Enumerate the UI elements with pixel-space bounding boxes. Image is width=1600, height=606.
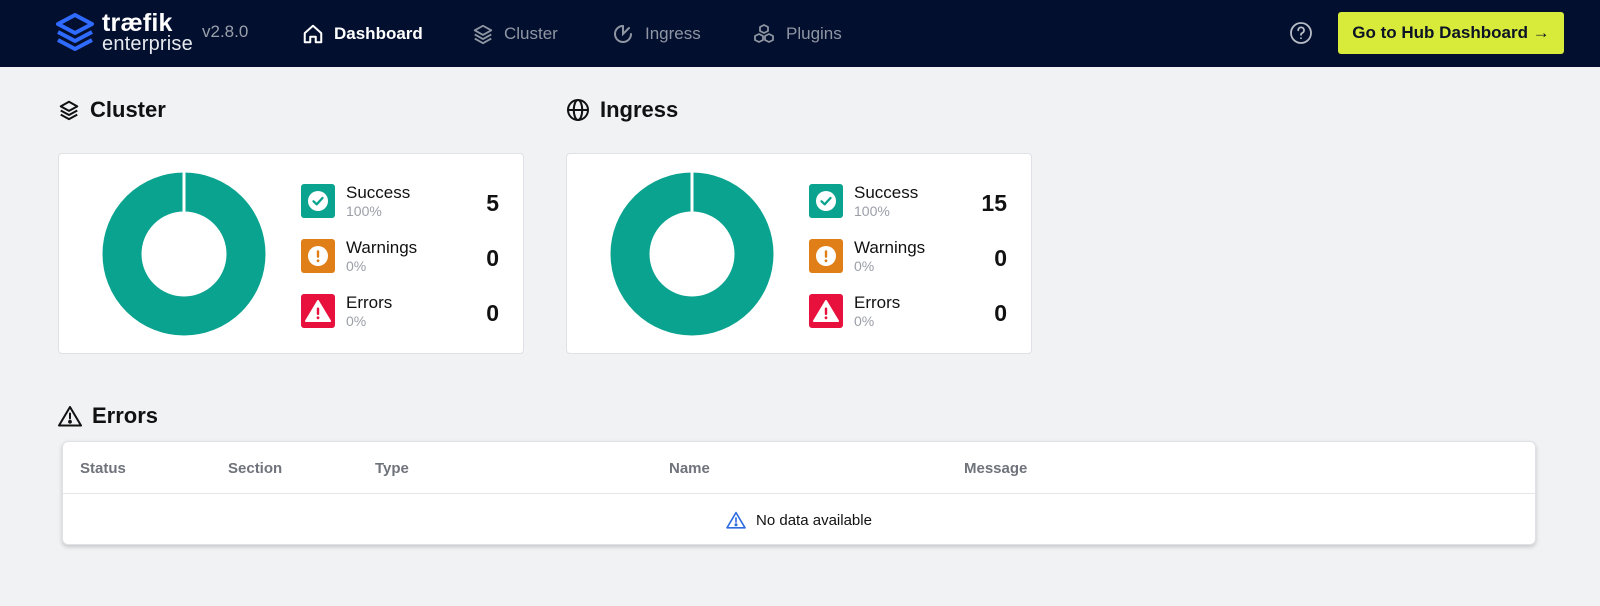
ingress-icon (614, 24, 632, 43)
success-count: 5 (486, 190, 499, 216)
warnings-label: Warnings (854, 238, 926, 257)
column-header-message[interactable]: Message (964, 460, 1027, 477)
warning-triangle-icon (726, 511, 746, 529)
errors-table: Status Section Type Name Message No data… (62, 441, 1536, 545)
warning-circle-icon (301, 239, 335, 273)
warning-circle-icon (809, 239, 843, 273)
errors-count: 0 (486, 300, 499, 326)
warnings-count: 0 (486, 245, 499, 271)
errors-percent: 0% (854, 313, 875, 329)
success-count: 15 (981, 190, 1007, 216)
ingress-section-title: Ingress (566, 97, 678, 123)
layers-icon (59, 100, 79, 121)
ingress-title-text: Ingress (600, 97, 679, 122)
traefik-logo-icon (56, 13, 94, 51)
column-header-section[interactable]: Section (228, 460, 282, 477)
globe-icon (567, 99, 589, 121)
nav-ingress-label: Ingress (645, 23, 701, 43)
error-triangle-icon (301, 294, 335, 328)
success-label: Success (854, 183, 919, 202)
cluster-warnings-stat: Warnings 0% 0 (301, 236, 499, 276)
success-percent: 100% (346, 203, 382, 219)
ingress-status-card: Success 100% 15 Warnings 0% 0 Errors 0% … (566, 153, 1032, 354)
traefik-logo[interactable]: træfik enterprise (56, 9, 196, 57)
ingress-errors-stat: Errors 0% 0 (809, 291, 1007, 331)
nav-cluster[interactable]: Cluster (472, 0, 558, 67)
help-icon[interactable] (1289, 21, 1313, 45)
warnings-percent: 0% (346, 258, 367, 274)
ingress-donut-chart (610, 172, 774, 336)
ingress-warnings-stat: Warnings 0% 0 (809, 236, 1007, 276)
ingress-success-stat: Success 100% 15 (809, 181, 1007, 221)
version-label: v2.8.0 (202, 22, 249, 41)
cluster-section-title: Cluster (58, 97, 166, 123)
success-percent: 100% (854, 203, 890, 219)
check-circle-icon (809, 184, 843, 218)
cluster-donut-chart (102, 172, 266, 336)
cluster-title-text: Cluster (90, 97, 166, 122)
errors-table-header: Status Section Type Name Message (63, 442, 1535, 494)
errors-label: Errors (854, 293, 901, 312)
hub-button-label: Go to Hub Dashboard → (1352, 23, 1550, 42)
top-bar: træfik enterprise v2.8.0 Dashboard Clust… (0, 0, 1600, 67)
warning-triangle-icon (58, 406, 82, 427)
cluster-success-stat: Success 100% 5 (301, 181, 499, 221)
cluster-status-card: Success 100% 5 Warnings 0% 0 Errors 0% 0 (58, 153, 524, 354)
error-triangle-icon (809, 294, 843, 328)
warnings-percent: 0% (854, 258, 875, 274)
check-circle-icon (301, 184, 335, 218)
go-to-hub-dashboard-button[interactable]: Go to Hub Dashboard → (1338, 12, 1564, 54)
empty-state-text: No data available (756, 511, 872, 529)
cluster-errors-stat: Errors 0% 0 (301, 291, 499, 331)
errors-label: Errors (346, 293, 393, 312)
column-header-status[interactable]: Status (80, 460, 126, 477)
errors-section-title: Errors (58, 403, 158, 429)
column-header-type[interactable]: Type (375, 460, 409, 477)
nav-plugins-label: Plugins (786, 23, 842, 43)
nav-cluster-label: Cluster (504, 23, 558, 43)
column-header-name[interactable]: Name (669, 460, 710, 477)
errors-percent: 0% (346, 313, 367, 329)
nav-dashboard[interactable]: Dashboard (302, 0, 423, 67)
plugins-icon (754, 23, 774, 43)
home-icon (303, 24, 323, 43)
brand-subtitle: enterprise (102, 33, 193, 55)
warnings-count: 0 (994, 245, 1007, 271)
errors-title-text: Errors (92, 403, 159, 428)
nav-ingress[interactable]: Ingress (611, 0, 701, 67)
warnings-label: Warnings (346, 238, 418, 257)
layers-icon (473, 24, 493, 44)
success-label: Success (346, 183, 411, 202)
errors-count: 0 (994, 300, 1007, 326)
empty-state: No data available (63, 494, 1535, 546)
nav-plugins[interactable]: Plugins (752, 0, 842, 67)
nav-dashboard-label: Dashboard (334, 23, 423, 43)
